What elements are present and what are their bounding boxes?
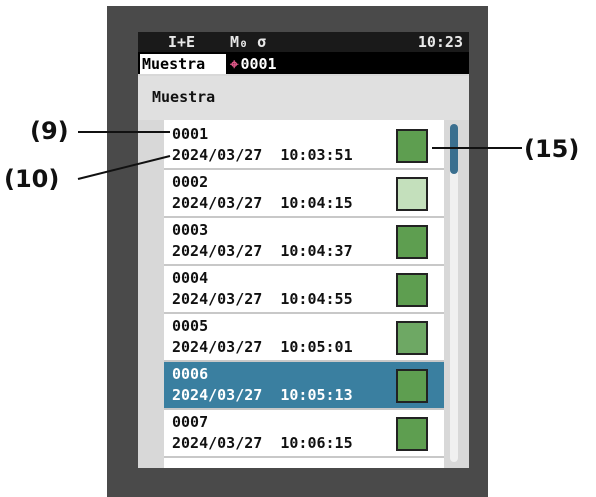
target-icon: ⌖ <box>230 55 239 73</box>
scrollbar-track[interactable] <box>450 124 458 462</box>
tab-row: Muestra ⌖ 0001 <box>138 52 469 74</box>
current-sample-tab[interactable]: ⌖ 0001 <box>230 54 277 74</box>
sample-timestamp: 2024/03/27 10:05:01 <box>172 338 353 356</box>
status-bar: I+E M₀ σ 10:23 <box>138 32 469 52</box>
list-header: Muestra <box>138 76 469 120</box>
color-swatch <box>396 129 428 163</box>
sample-name: 0006 <box>172 365 209 383</box>
sample-timestamp: 2024/03/27 10:04:15 <box>172 194 353 212</box>
list-item[interactable]: 0002 2024/03/27 10:04:15 <box>164 170 444 218</box>
color-swatch <box>396 321 428 355</box>
clock: 10:23 <box>417 33 463 51</box>
color-swatch <box>396 369 428 403</box>
scrollbar-thumb[interactable] <box>450 124 458 174</box>
sample-name: 0001 <box>172 125 209 143</box>
list-item[interactable]: 0007 2024/03/27 10:06:15 <box>164 410 444 458</box>
sample-timestamp: 2024/03/27 10:06:15 <box>172 434 353 452</box>
color-swatch <box>396 273 428 307</box>
sample-timestamp: 2024/03/27 10:05:13 <box>172 386 353 404</box>
device-screen: I+E M₀ σ 10:23 Muestra ⌖ 0001 Muestra 000… <box>138 32 469 468</box>
color-swatch <box>396 417 428 451</box>
sample-timestamp: 2024/03/27 10:04:37 <box>172 242 353 260</box>
list-item[interactable]: 0001 2024/03/27 10:03:51 <box>164 122 444 170</box>
color-swatch <box>396 225 428 259</box>
sample-list: 0001 2024/03/27 10:03:51 0002 2024/03/27 10… <box>164 120 444 468</box>
memory-indicator: M₀ σ <box>230 33 267 51</box>
sample-name: 0005 <box>172 317 209 335</box>
list-item[interactable]: 0005 2024/03/27 10:05:01 <box>164 314 444 362</box>
sample-timestamp: 2024/03/27 10:03:51 <box>172 146 353 164</box>
sample-name: 0007 <box>172 413 209 431</box>
callout-15: (15) <box>524 135 580 163</box>
sample-timestamp: 2024/03/27 10:04:55 <box>172 290 353 308</box>
sample-name: 0004 <box>172 269 209 287</box>
mode-indicator: I+E <box>168 33 196 51</box>
list-item[interactable]: 0004 2024/03/27 10:04:55 <box>164 266 444 314</box>
list-header-title: Muestra <box>152 88 216 106</box>
tab-muestra[interactable]: Muestra <box>140 54 226 74</box>
color-swatch <box>396 177 428 211</box>
list-item[interactable]: 0003 2024/03/27 10:04:37 <box>164 218 444 266</box>
current-sample-number: 0001 <box>240 55 277 73</box>
sample-name: 0003 <box>172 221 209 239</box>
sample-name: 0002 <box>172 173 209 191</box>
callout-9: (9) <box>30 117 69 145</box>
callout-10: (10) <box>4 165 60 193</box>
list-item[interactable]: 0006 2024/03/27 10:05:13 <box>164 362 444 410</box>
